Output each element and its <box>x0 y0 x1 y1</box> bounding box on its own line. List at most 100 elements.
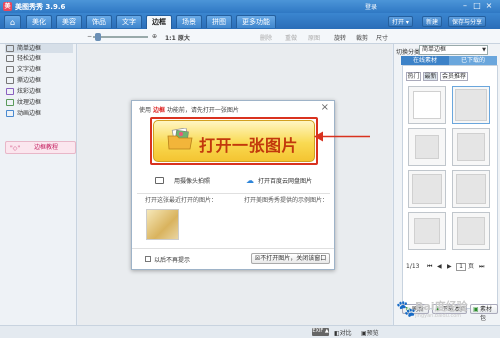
page-indicator: 1/13 <box>406 263 420 270</box>
easy-border-icon <box>6 55 14 62</box>
border-thumbnail[interactable] <box>408 170 446 208</box>
minimize-button[interactable]: – <box>460 1 470 11</box>
zoom-slider-thumb[interactable] <box>95 33 101 41</box>
sidebar-item-simple[interactable]: 简单边框 <box>5 44 73 53</box>
subtab-vip[interactable]: 会员推荐 <box>440 72 468 81</box>
sidebar-item-text[interactable]: 文字边框 <box>5 65 73 74</box>
last-page-icon[interactable]: ⏭ <box>479 262 484 272</box>
category-select[interactable]: 简单边框 ▼ <box>419 45 488 55</box>
edit-toolbar: − ⊕ 1:1 原大 删除 重做 原图 旋转 裁剪 尺寸 <box>0 29 500 44</box>
tab-accessories[interactable]: 饰品 <box>86 15 112 28</box>
dont-show-checkbox[interactable] <box>145 256 151 262</box>
colorful-border-icon <box>6 88 14 95</box>
open-button[interactable]: 打开 ▾ <box>388 16 413 27</box>
border-thumbnail[interactable] <box>452 170 490 208</box>
size-button[interactable]: 尺寸 <box>376 33 388 42</box>
chevron-down-icon: ▼ <box>482 47 486 53</box>
sidebar-item-label: 文字边框 <box>17 66 42 73</box>
dont-show-label[interactable]: 以后不再提示 <box>154 255 190 264</box>
zoom-slider[interactable] <box>93 36 148 38</box>
material-grid-panel: 热门 最新 会员推荐 1/13 ⏮ ◀ ▶ 1 页 ⏭ <box>402 65 498 309</box>
sidebar-item-label: 轻松边框 <box>17 55 42 62</box>
recent-label: 打开这张最近打开的图片： <box>145 197 218 204</box>
sidebar-item-easy[interactable]: 轻松边框 <box>5 54 73 63</box>
baidu-cloud-button[interactable]: 打开百度云网盘图片 <box>258 175 312 188</box>
first-page-icon[interactable]: ⏮ <box>427 262 432 272</box>
dialog-footer: 以后不再提示 ☒不打开图片，关闭该窗口 <box>132 248 334 269</box>
new-button[interactable]: 新建 <box>422 16 443 27</box>
border-thumbnail[interactable] <box>408 212 446 250</box>
dialog-close-icon[interactable]: × <box>321 102 329 113</box>
tab-home[interactable]: ⌂ <box>4 15 21 28</box>
torn-border-icon <box>6 77 14 84</box>
zoom-1to1-button[interactable]: 1:1 原大 <box>165 33 190 42</box>
app-logo-icon: 美 <box>3 2 12 11</box>
border-thumbnail[interactable] <box>408 86 446 124</box>
border-thumbnail[interactable] <box>452 128 490 166</box>
maximize-button[interactable]: □ <box>472 1 482 11</box>
sidebar-item-label: 动画边框 <box>17 110 42 117</box>
tab-downloaded[interactable]: 已下载的 <box>449 56 497 65</box>
dialog-title-highlight: 边框 <box>152 107 165 114</box>
tab-beautify[interactable]: 美化 <box>26 15 52 28</box>
category-value: 简单边框 <box>422 46 447 53</box>
sidebar-item-label: 撕边边框 <box>17 77 42 84</box>
app-title: 美图秀秀 3.9.6 <box>15 3 66 11</box>
simple-border-icon <box>6 45 14 52</box>
prev-page-icon[interactable]: ◀ <box>437 262 442 272</box>
camera-button[interactable]: 用摄像头拍照 <box>174 175 210 188</box>
zoom-out-icon[interactable]: − <box>87 33 92 40</box>
sidebar-item-animated[interactable]: 动画边框 <box>5 109 73 118</box>
redo-button[interactable]: 重做 <box>285 33 297 42</box>
save-share-button[interactable]: 保存与分享 <box>448 16 487 27</box>
open-image-dialog: 使用 边框 功能前，请先打开一张图片 × 打开一张图片 用摄像头拍照 ☁ 打开百… <box>131 100 335 270</box>
border-category-sidebar: 简单边框 轻松边框 文字边框 撕边边框 炫彩边框 纹理边框 动画边框 "◇" 边… <box>0 44 77 338</box>
tab-beauty[interactable]: 美容 <box>56 15 82 28</box>
preview-button[interactable]: ▣预览 <box>361 328 379 337</box>
border-tutorial-label: 边框教程 <box>34 144 59 151</box>
watermark-text: Bai度经验 <box>415 300 468 313</box>
tab-border[interactable]: 边框 <box>146 15 172 29</box>
tab-collage[interactable]: 拼图 <box>206 15 232 28</box>
tab-more-features[interactable]: 更多功能 ▾ <box>236 15 276 39</box>
login-link[interactable]: 登录 <box>365 2 377 11</box>
page-input[interactable]: 1 <box>456 263 466 271</box>
title-bar: 美 美图秀秀 3.9.6 登录 – □ × <box>0 0 500 13</box>
subtab-hot[interactable]: 热门 <box>406 72 421 81</box>
sidebar-item-colorful[interactable]: 炫彩边框 <box>5 87 73 96</box>
next-page-icon[interactable]: ▶ <box>447 262 452 272</box>
animated-border-icon <box>6 110 14 117</box>
border-thumbnail[interactable] <box>452 86 490 124</box>
sidebar-item-torn[interactable]: 撕边边框 <box>5 76 73 85</box>
tab-scene[interactable]: 场景 <box>176 15 202 28</box>
rotate-button[interactable]: 旋转 <box>334 33 346 42</box>
material-panel: 切换分类 简单边框 ▼ 在线素材 已下载的 热门 最新 会员推荐 1/13 ⏮ … <box>393 44 500 325</box>
texture-border-icon <box>6 99 14 106</box>
bracket-icon: "◇" <box>10 145 21 152</box>
border-tutorial-button[interactable]: "◇" 边框教程 <box>5 141 76 154</box>
crop-button[interactable]: 裁剪 <box>356 33 368 42</box>
border-thumbnail[interactable] <box>408 128 446 166</box>
category-label: 切换分类 <box>396 49 421 56</box>
subtab-latest[interactable]: 最新 <box>423 72 438 81</box>
watermark-url: jingyan.baidu.com <box>415 313 462 319</box>
delete-button[interactable]: 删除 <box>260 33 272 42</box>
pager: 1/13 ⏮ ◀ ▶ 1 页 ⏭ <box>403 262 499 274</box>
dialog-title: 使用 边框 功能前，请先打开一张图片 <box>139 105 239 114</box>
border-thumbnail[interactable] <box>452 212 490 250</box>
sidebar-item-texture[interactable]: 纹理边框 <box>5 98 73 107</box>
watermark: 🐾 Bai度经验 jingyan.baidu.com <box>393 294 497 324</box>
skip-open-button[interactable]: ☒不打开图片，关闭该窗口 <box>251 253 330 264</box>
main-tab-bar: ⌂ 美化 美容 饰品 文字 边框 场景 拼图 更多功能 ▾ 打开 ▾ 新建 保存… <box>0 13 500 39</box>
zoom-in-icon[interactable]: ⊕ <box>152 33 157 40</box>
tab-text[interactable]: 文字 <box>116 15 142 28</box>
exif-button[interactable]: EXIF ▲ <box>312 328 329 336</box>
recent-image-thumbnail[interactable] <box>146 209 179 240</box>
reset-button[interactable]: 原图 <box>308 33 320 42</box>
tab-online-material[interactable]: 在线素材 <box>401 56 449 65</box>
preview-label: 预览 <box>366 330 379 337</box>
paw-icon: 🐾 <box>396 299 416 318</box>
compare-button[interactable]: ◧对比 <box>334 328 352 337</box>
sidebar-item-label: 纹理边框 <box>17 99 42 106</box>
close-button[interactable]: × <box>484 1 494 11</box>
